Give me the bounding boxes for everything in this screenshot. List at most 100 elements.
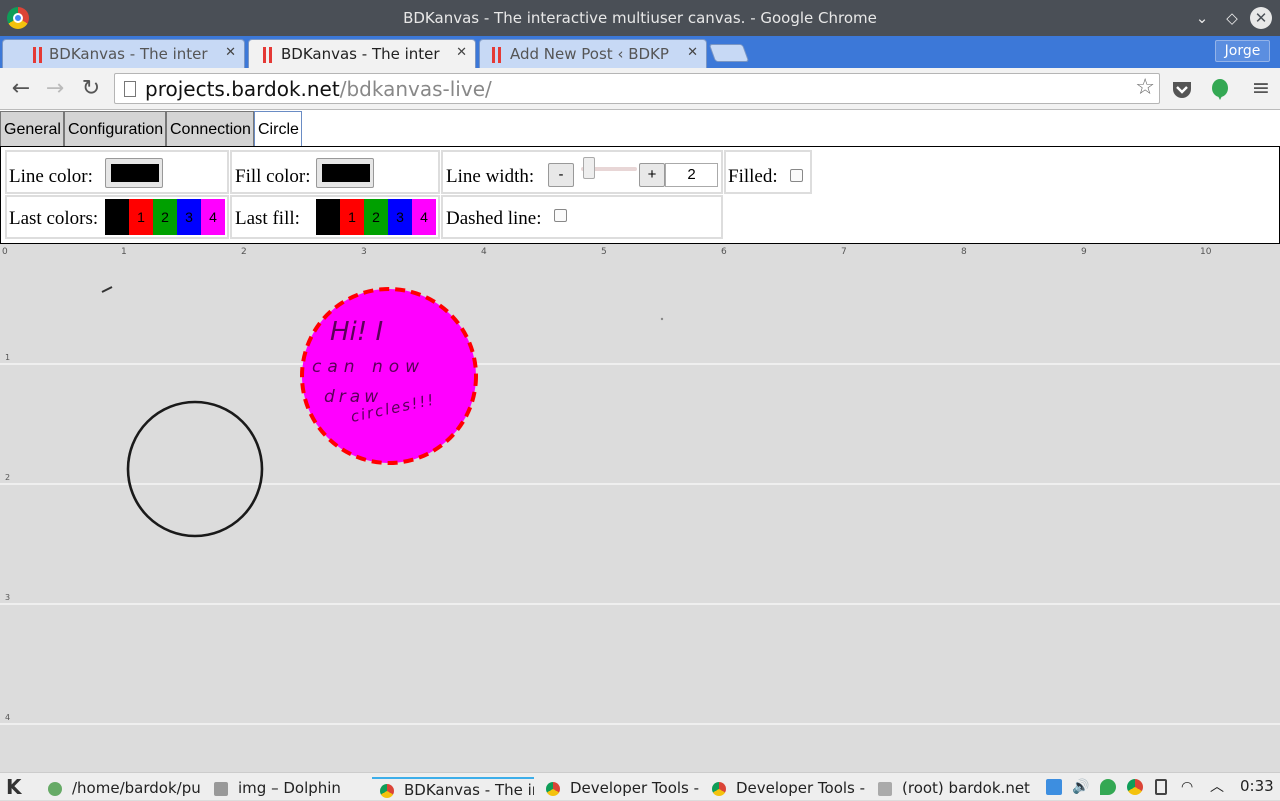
- folder-icon: [214, 782, 228, 796]
- dashed-line-cell: Dashed line:: [441, 195, 723, 239]
- tab-circle[interactable]: Circle: [254, 111, 302, 147]
- tab-label: BDKanvas - The inter: [281, 45, 440, 63]
- chrome-icon: [546, 782, 560, 796]
- volume-icon[interactable]: 🔊: [1072, 779, 1089, 795]
- last-fill-swatch-1[interactable]: 1: [340, 199, 364, 235]
- tab-general[interactable]: General: [0, 111, 64, 147]
- taskbar-item[interactable]: Developer Tools -: [704, 777, 866, 801]
- chrome-icon: [380, 784, 394, 798]
- handwriting-line: can now: [312, 357, 425, 377]
- fill-color-picker[interactable]: [316, 158, 374, 188]
- clock[interactable]: 0:33: [1240, 777, 1274, 795]
- kde-launcher-icon[interactable]: K: [6, 775, 22, 799]
- window-title: BDKanvas - The interactive multiuser can…: [403, 9, 877, 27]
- line-width-label: Line width:: [446, 166, 535, 187]
- line-color-label: Line color:: [9, 166, 93, 187]
- new-tab-button[interactable]: [708, 44, 750, 62]
- profile-button[interactable]: Jorge: [1215, 40, 1270, 62]
- tab-label: Add New Post ‹ BDKP: [510, 45, 669, 63]
- taskbar-item-label: (root) bardok.net: [902, 779, 1030, 797]
- tab-label: BDKanvas - The inter: [49, 45, 208, 63]
- browser-toolbar: ← → ↻ projects.bardok.net/bdkanvas-live/…: [0, 68, 1280, 110]
- evernote-icon[interactable]: [1209, 78, 1231, 100]
- close-tab-icon[interactable]: ✕: [225, 45, 236, 60]
- bdkanvas-favicon-icon: [33, 47, 43, 63]
- last-color-swatch-2[interactable]: 2: [153, 199, 177, 235]
- last-color-swatch-4[interactable]: 4: [201, 199, 225, 235]
- address-bar[interactable]: projects.bardok.net/bdkanvas-live/ ☆: [114, 73, 1160, 104]
- line-width-slider-thumb[interactable]: [583, 157, 595, 179]
- filled-checkbox[interactable]: [790, 169, 803, 182]
- taskbar-item[interactable]: BDKanvas - The in: [372, 777, 534, 801]
- evernote-tray-icon[interactable]: [1100, 779, 1116, 795]
- last-colors-label: Last colors:: [9, 208, 99, 229]
- line-color-picker[interactable]: [105, 158, 163, 188]
- terminal-icon: [48, 782, 62, 796]
- canvas-drawing: Hi! I can now draw circles!!!: [101, 286, 664, 538]
- taskbar-item[interactable]: img – Dolphin: [206, 777, 370, 801]
- pocket-icon[interactable]: [1171, 78, 1193, 100]
- taskbar-item-label: /home/bardok/pu: [72, 779, 201, 797]
- bdkanvas-favicon-icon: [492, 47, 502, 63]
- line-width-decrease-button[interactable]: -: [548, 163, 574, 187]
- last-fill-label: Last fill:: [235, 208, 300, 229]
- close-window-icon[interactable]: ✕: [1250, 7, 1272, 29]
- reload-button[interactable]: ↻: [78, 76, 104, 102]
- line-width-increase-button[interactable]: +: [639, 163, 665, 187]
- terminal-icon: [878, 782, 892, 796]
- taskbar-item-label: Developer Tools -: [570, 779, 700, 797]
- taskbar-item[interactable]: Developer Tools -: [538, 777, 700, 801]
- page-icon: [124, 81, 136, 97]
- drawing-canvas[interactable]: 0 1 2 3 4 5 6 7 8 9 10 1 2 3 4 Hi! I can…: [0, 244, 1280, 772]
- forward-button[interactable]: →: [42, 76, 68, 102]
- menu-icon[interactable]: ≡: [1248, 76, 1274, 102]
- last-fill-swatch-2[interactable]: 2: [364, 199, 388, 235]
- last-color-swatch-0[interactable]: [105, 199, 129, 235]
- filled-cell: Filled:: [724, 150, 812, 194]
- bdkanvas-favicon-icon: [263, 47, 273, 63]
- minimize-icon[interactable]: ⌄: [1191, 7, 1213, 29]
- tab-connection[interactable]: Connection: [166, 111, 254, 147]
- fill-color-label: Fill color:: [235, 166, 311, 187]
- taskbar-item-label: BDKanvas - The in: [404, 781, 534, 799]
- dashed-line-checkbox[interactable]: [554, 209, 567, 222]
- circle-options-panel: Line color: Fill color: Line width: - + …: [0, 146, 1280, 244]
- chrome-tray-icon[interactable]: [1127, 779, 1143, 795]
- fill-color-cell: Fill color:: [230, 150, 440, 194]
- chevron-up-icon[interactable]: ︿: [1210, 779, 1226, 795]
- maximize-icon[interactable]: ◇: [1221, 7, 1243, 29]
- dashed-line-label: Dashed line:: [446, 208, 542, 229]
- address-path: /bdkanvas-live/: [339, 77, 492, 101]
- taskbar-item[interactable]: /home/bardok/pu: [40, 777, 202, 801]
- filled-label: Filled:: [728, 166, 778, 187]
- chrome-icon: [712, 782, 726, 796]
- last-color-swatch-3[interactable]: 3: [177, 199, 201, 235]
- stray-dot: [660, 317, 664, 321]
- last-color-swatch-1[interactable]: 1: [129, 199, 153, 235]
- line-color-cell: Line color:: [5, 150, 229, 194]
- taskbar-item-label: img – Dolphin: [238, 779, 341, 797]
- line-width-input[interactable]: 2: [665, 163, 718, 187]
- clipboard-icon[interactable]: [1155, 779, 1167, 795]
- bookmark-star-icon[interactable]: ☆: [1135, 75, 1155, 100]
- taskbar-item-label: Developer Tools -: [736, 779, 866, 797]
- close-tab-icon[interactable]: ✕: [456, 45, 467, 60]
- window-titlebar: BDKanvas - The interactive multiuser can…: [0, 0, 1280, 36]
- taskbar-item[interactable]: (root) bardok.net: [870, 777, 1034, 801]
- outline-circle: [126, 400, 264, 538]
- tab-2[interactable]: BDKanvas - The inter ✕: [248, 39, 476, 68]
- back-button[interactable]: ←: [8, 76, 34, 102]
- last-fill-swatch-4[interactable]: 4: [412, 199, 436, 235]
- tab-strip: BDKanvas - The inter ✕ BDKanvas - The in…: [0, 36, 1280, 68]
- last-fill-swatch-0[interactable]: [316, 199, 340, 235]
- taskbar: K /home/bardok/pu img – Dolphin BDKanvas…: [0, 772, 1280, 800]
- close-tab-icon[interactable]: ✕: [687, 45, 698, 60]
- handwriting-line: Hi! I: [330, 317, 383, 347]
- last-fill-swatch-3[interactable]: 3: [388, 199, 412, 235]
- tab-configuration[interactable]: Configuration: [64, 111, 166, 147]
- address-host: projects.bardok.net: [145, 77, 340, 101]
- network-manager-icon[interactable]: [1046, 779, 1062, 795]
- tab-3[interactable]: Add New Post ‹ BDKP ✕: [479, 39, 707, 68]
- wifi-icon[interactable]: ◠: [1181, 779, 1197, 795]
- tab-1[interactable]: BDKanvas - The inter ✕: [2, 39, 245, 68]
